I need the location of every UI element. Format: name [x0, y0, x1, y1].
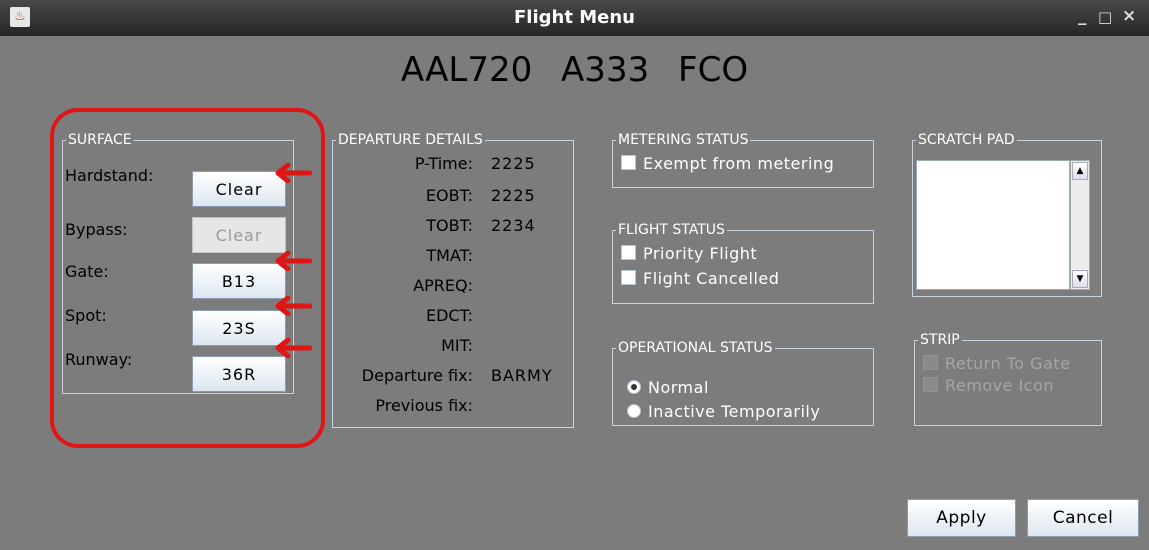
callsign: AAL720 [400, 50, 533, 90]
scratch-pad-legend: SCRATCH PAD [918, 132, 1015, 148]
departure-details-group: DEPARTURE DETAILS P-Time: 2225 EOBT: 222… [332, 132, 574, 428]
checkbox-icon [621, 270, 636, 285]
inactive-temporarily-radio[interactable]: Inactive Temporarily [627, 402, 820, 421]
priority-flight-label: Priority Flight [643, 244, 758, 263]
metering-status-legend: METERING STATUS [618, 132, 749, 148]
remove-icon-label: Remove Icon [945, 376, 1054, 395]
destination: FCO [678, 50, 749, 90]
flight-cancelled-label: Flight Cancelled [643, 269, 780, 288]
checkbox-icon [923, 355, 938, 370]
strip-group: STRIP Return To Gate Remove Icon [914, 332, 1102, 426]
flight-cancelled-checkbox[interactable]: Flight Cancelled [621, 269, 779, 288]
previous-fix-label: Previous fix: [375, 396, 473, 415]
aircraft-type: A333 [561, 50, 650, 90]
window-title: Flight Menu [514, 7, 635, 28]
edct-label: EDCT: [425, 306, 473, 325]
ptime-label: P-Time: [414, 154, 473, 173]
flight-status-group: FLIGHT STATUS Priority Flight Flight Can… [612, 222, 874, 304]
checkbox-icon [621, 245, 636, 260]
tobt-label: TOBT: [426, 216, 473, 235]
scratch-pad-group: SCRATCH PAD ▲ ▼ [912, 132, 1102, 297]
exempt-metering-label: Exempt from metering [643, 154, 835, 173]
remove-icon-checkbox: Remove Icon [923, 376, 1054, 395]
departure-details-legend: DEPARTURE DETAILS [338, 132, 483, 148]
eobt-label: EOBT: [425, 186, 473, 205]
operational-status-legend: OPERATIONAL STATUS [618, 340, 773, 356]
operational-status-group: OPERATIONAL STATUS Normal Inactive Tempo… [612, 340, 874, 426]
tobt-value: 2234 [491, 216, 536, 235]
annotation-highlight-ring [50, 108, 325, 448]
metering-status-group: METERING STATUS Exempt from metering [612, 132, 874, 188]
return-to-gate-label: Return To Gate [945, 354, 1071, 373]
priority-flight-checkbox[interactable]: Priority Flight [621, 244, 757, 263]
flight-menu-window: ♨ Flight Menu _ □ × AAL720 A333 FCO SURF… [0, 0, 1149, 550]
maximize-icon[interactable]: □ [1098, 8, 1112, 26]
flight-status-legend: FLIGHT STATUS [618, 222, 725, 238]
return-to-gate-checkbox: Return To Gate [923, 354, 1070, 373]
scroll-up-icon[interactable]: ▲ [1072, 162, 1088, 180]
normal-label: Normal [648, 378, 709, 397]
checkbox-icon [923, 377, 938, 392]
radio-icon [627, 404, 641, 418]
minimize-icon[interactable]: _ [1078, 6, 1087, 26]
normal-radio[interactable]: Normal [627, 378, 709, 397]
eobt-value: 2225 [491, 186, 536, 205]
exempt-metering-checkbox[interactable]: Exempt from metering [621, 154, 834, 173]
radio-selected-icon [627, 380, 641, 394]
annotation-arrow-icon [275, 163, 312, 183]
apreq-label: APREQ: [413, 276, 473, 295]
annotation-arrow-icon [275, 296, 312, 316]
close-icon[interactable]: × [1122, 6, 1136, 26]
annotation-arrow-icon [275, 338, 312, 358]
departure-fix-value: BARMY [491, 366, 553, 385]
annotation-arrow-icon [275, 251, 312, 271]
scratch-pad-textarea[interactable] [916, 160, 1070, 290]
scratch-pad-scrollbar[interactable]: ▲ ▼ [1070, 160, 1090, 290]
inactive-temporarily-label: Inactive Temporarily [648, 402, 821, 421]
scroll-down-icon[interactable]: ▼ [1072, 270, 1088, 288]
strip-legend: STRIP [920, 332, 960, 348]
tmat-label: TMAT: [426, 246, 473, 265]
checkbox-icon [621, 155, 636, 170]
title-bar[interactable]: ♨ Flight Menu _ □ × [0, 0, 1149, 36]
cancel-button[interactable]: Cancel [1027, 499, 1139, 537]
mit-label: MIT: [441, 336, 473, 355]
apply-button[interactable]: Apply [907, 499, 1016, 537]
flight-header: AAL720 A333 FCO [0, 50, 1149, 90]
ptime-value: 2225 [491, 154, 536, 173]
departure-fix-label: Departure fix: [361, 366, 473, 385]
